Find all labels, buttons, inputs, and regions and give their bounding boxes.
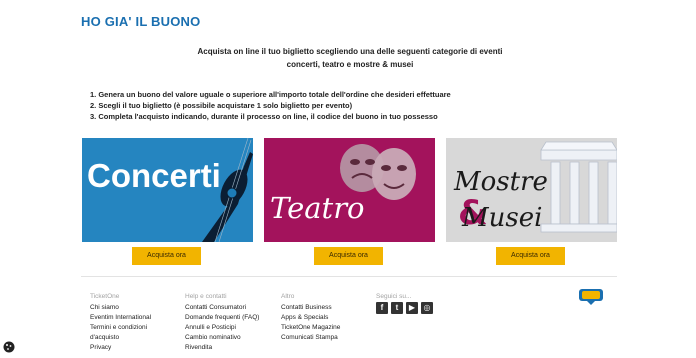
- footer-heading: Seguici su...: [376, 293, 412, 300]
- intro-line-1: Acquista on line il tuo biglietto scegli…: [197, 47, 503, 56]
- cookie-settings-icon[interactable]: [3, 340, 15, 353]
- page-title: HO GIA' IL BUONO: [81, 14, 201, 29]
- footer-heading: Help e contatti: [185, 293, 227, 300]
- category-label-musei: Musei: [461, 203, 542, 233]
- buy-concerti-button[interactable]: Acquista ora: [132, 247, 201, 265]
- step-item: 2. Scegli il tuo biglietto (è possibile …: [90, 101, 353, 110]
- social-links: f t ▶ ◎: [376, 302, 433, 314]
- footer-col-help: Help e contatti Contatti Consumatori Dom…: [185, 292, 259, 353]
- category-card-concerti[interactable]: Concerti: [82, 138, 253, 242]
- buy-mostre-musei-button[interactable]: Acquista ora: [496, 247, 565, 265]
- footer-divider: [81, 276, 617, 277]
- intro-line-2: concerti, teatro e mostre & musei: [286, 60, 414, 69]
- footer-link[interactable]: Termini e condizioni: [90, 323, 151, 333]
- footer-link[interactable]: Privacy: [90, 343, 151, 353]
- category-card-mostre-musei[interactable]: Mostre & Musei: [446, 138, 617, 242]
- category-label-concerti: Concerti: [87, 157, 221, 194]
- footer-link[interactable]: d'acquisto: [90, 333, 151, 343]
- footer-heading: TicketOne: [90, 293, 120, 300]
- footer-link[interactable]: Domande frequenti (FAQ): [185, 313, 259, 323]
- footer-link[interactable]: Eventim International: [90, 313, 151, 323]
- footer-link[interactable]: Contatti Consumatori: [185, 303, 259, 313]
- footer-link[interactable]: Rivendita: [185, 343, 259, 353]
- youtube-icon[interactable]: ▶: [406, 302, 418, 314]
- footer-heading: Altro: [281, 293, 295, 300]
- footer-link[interactable]: Contatti Business: [281, 303, 340, 313]
- twitter-icon[interactable]: t: [391, 302, 403, 314]
- step-item: 3. Completa l'acquisto indicando, durant…: [90, 112, 438, 121]
- category-label-teatro: Teatro: [270, 191, 365, 225]
- intro-text: Acquista on line il tuo biglietto scegli…: [160, 45, 540, 71]
- facebook-icon[interactable]: f: [376, 302, 388, 314]
- step-item: 1. Genera un buono del valore uguale o s…: [90, 90, 451, 99]
- award-badge-logo: [578, 288, 604, 306]
- footer-link[interactable]: Comunicati Stampa: [281, 333, 340, 343]
- footer-link[interactable]: Annulli e Posticipi: [185, 323, 259, 333]
- footer-link[interactable]: Cambio nominativo: [185, 333, 259, 343]
- instagram-icon[interactable]: ◎: [421, 302, 433, 314]
- steps-list: 1. Genera un buono del valore uguale o s…: [90, 89, 451, 122]
- footer-link[interactable]: Chi siamo: [90, 303, 151, 313]
- category-card-teatro[interactable]: Teatro: [264, 138, 435, 242]
- footer-link[interactable]: Apps & Specials: [281, 313, 340, 323]
- footer-col-altro: Altro Contatti Business Apps & Specials …: [281, 292, 340, 343]
- footer-col-ticketone: TicketOne Chi siamo Eventim Internationa…: [90, 292, 151, 353]
- footer-link[interactable]: TicketOne Magazine: [281, 323, 340, 333]
- buy-teatro-button[interactable]: Acquista ora: [314, 247, 383, 265]
